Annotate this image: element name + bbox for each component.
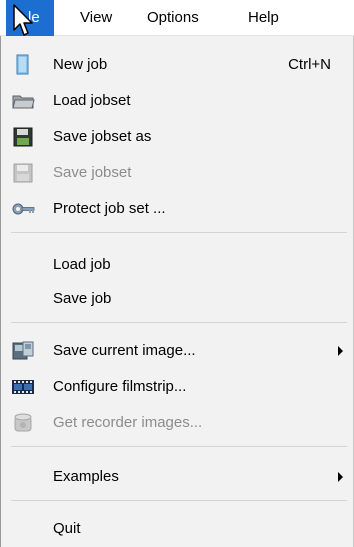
menu-item-examples[interactable]: Examples (1, 460, 353, 494)
menu-item-configure-filmstrip[interactable]: Configure filmstrip... (1, 370, 353, 404)
menu-item-label: Save current image... (53, 342, 196, 359)
folder-icon (11, 89, 35, 113)
key-icon (11, 197, 35, 221)
submenu-arrow-icon (338, 472, 343, 482)
menu-item-label: Protect job set ... (53, 200, 166, 217)
submenu-arrow-icon (338, 346, 343, 356)
menu-item-label: Save jobset as (53, 128, 152, 145)
menu-item-get-recorder-images[interactable]: Get recorder images... (1, 406, 353, 440)
new-document-icon (11, 53, 35, 77)
menu-item-label: Configure filmstrip... (53, 378, 187, 395)
menu-item-label: Get recorder images... (53, 414, 203, 431)
menu-bar: le View Options Help (0, 0, 354, 36)
floppy-disk-icon (11, 125, 35, 149)
filmstrip-icon (11, 375, 35, 399)
mouse-cursor-icon (13, 4, 33, 36)
save-image-icon (11, 339, 35, 363)
menu-item-shortcut: Ctrl+N (288, 56, 331, 73)
menu-item-load-jobset[interactable]: Load jobset (1, 84, 353, 118)
menu-options[interactable]: Options (141, 0, 205, 36)
floppy-disk-icon (11, 161, 35, 185)
menu-item-label: Save job (53, 290, 112, 307)
menu-help[interactable]: Help (242, 0, 285, 36)
menu-item-save-jobset[interactable]: Save jobset (1, 156, 353, 190)
menu-item-label: Quit (53, 520, 81, 537)
menu-item-save-current-image[interactable]: Save current image... (1, 334, 353, 368)
menu-item-label: Examples (53, 468, 119, 485)
file-menu-dropdown: New job Ctrl+N Load jobset Save jobset a… (0, 36, 354, 547)
menu-item-quit[interactable]: Quit (1, 512, 353, 546)
menu-item-label: Load job (53, 256, 111, 273)
menu-item-label: Load jobset (53, 92, 131, 109)
menu-separator (11, 500, 347, 501)
menu-separator (11, 446, 347, 447)
menu-item-label: Save jobset (53, 164, 132, 181)
menu-separator (11, 322, 347, 323)
menu-item-save-jobset-as[interactable]: Save jobset as (1, 120, 353, 154)
recorder-icon (11, 411, 35, 435)
menu-separator (11, 232, 347, 233)
menu-item-new-job[interactable]: New job Ctrl+N (1, 48, 353, 82)
menu-item-label: New job (53, 56, 108, 73)
menu-item-protect-job-set[interactable]: Protect job set ... (1, 192, 353, 226)
menu-view[interactable]: View (74, 0, 118, 36)
menu-item-load-job[interactable]: Load job (1, 248, 353, 282)
menu-item-save-job[interactable]: Save job (1, 282, 353, 316)
